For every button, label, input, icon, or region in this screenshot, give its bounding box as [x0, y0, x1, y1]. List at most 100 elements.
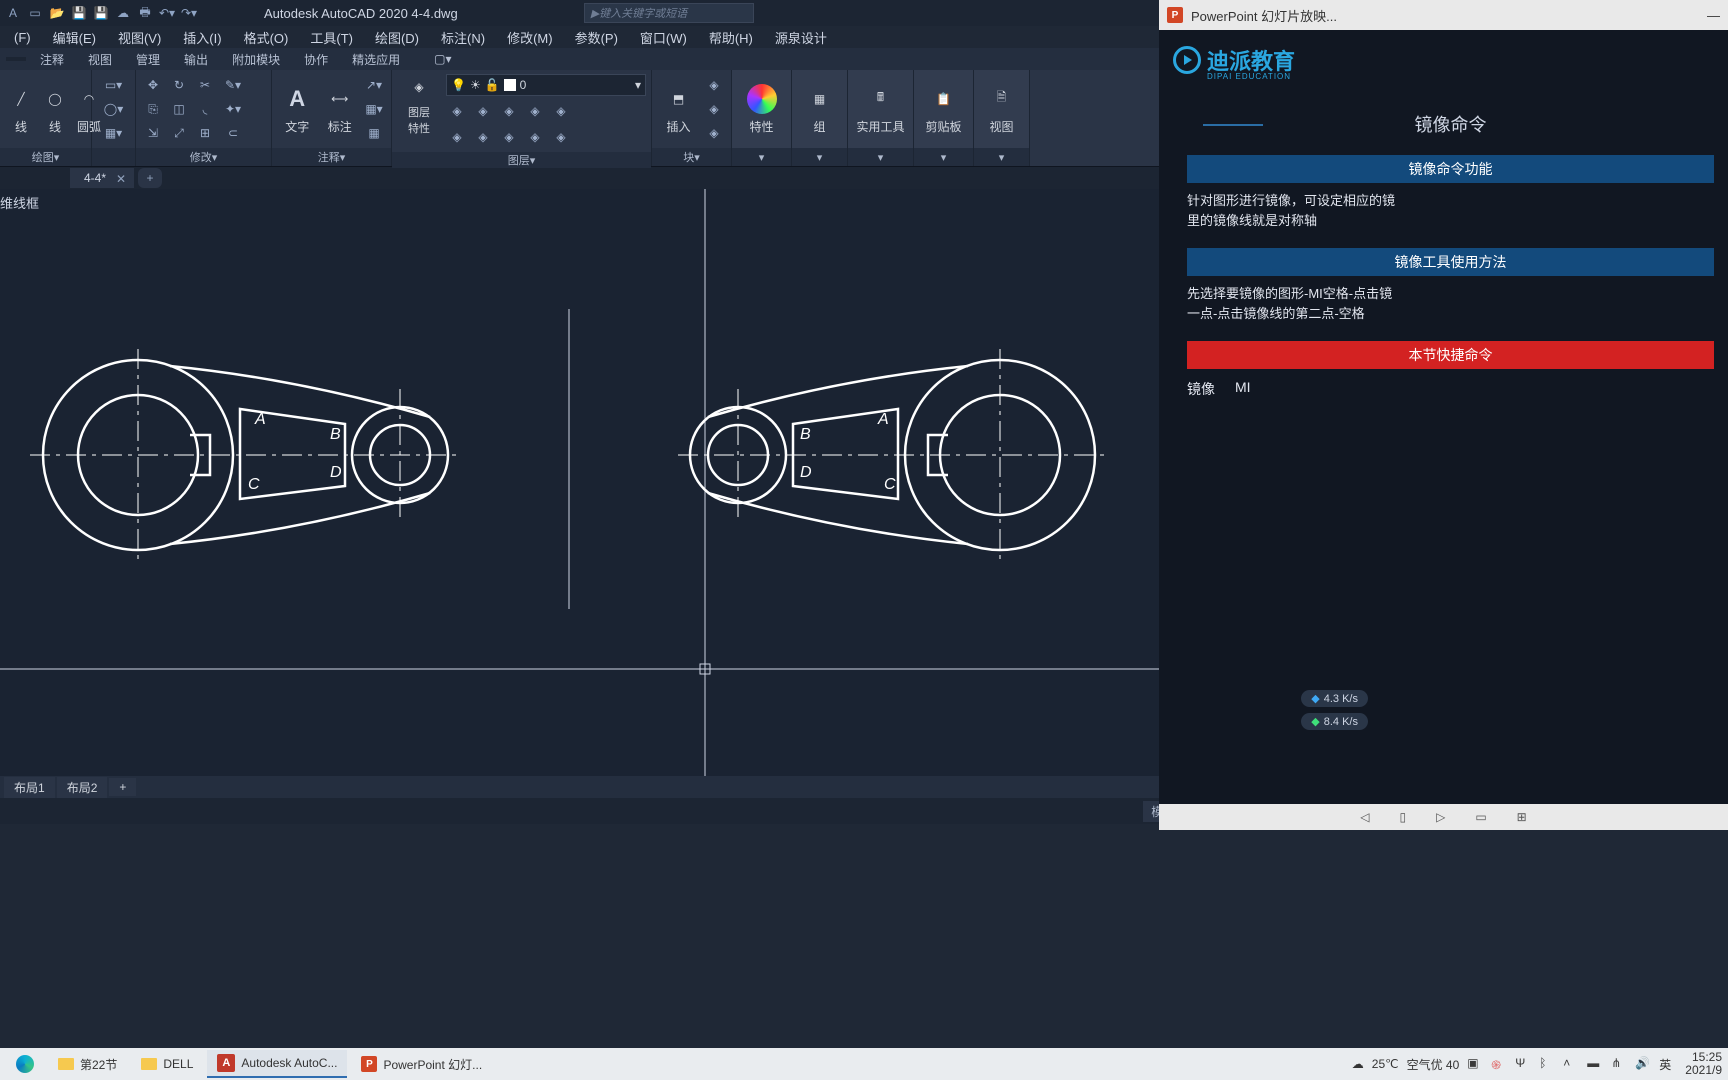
open-icon[interactable]: 📂 [48, 4, 66, 22]
menu-tools[interactable]: 工具(T) [302, 26, 361, 49]
trim-button[interactable]: ✂ [194, 74, 216, 96]
menu-dimension[interactable]: 标注(N) [433, 26, 493, 49]
weather-icon[interactable]: ☁ [1352, 1057, 1364, 1071]
new-icon[interactable]: ▭ [26, 4, 44, 22]
ribbon-tab-output[interactable]: 输出 [174, 49, 218, 70]
layer-ic-10[interactable]: ◈ [550, 126, 572, 148]
menu-params[interactable]: 参数(P) [567, 26, 626, 49]
menu-file[interactable]: (F) [6, 28, 39, 47]
task-powerpoint[interactable]: PPowerPoint 幻灯... [351, 1050, 492, 1078]
menu-format[interactable]: 格式(O) [236, 26, 297, 49]
menu-modify[interactable]: 修改(M) [499, 26, 561, 49]
table-button[interactable]: ▦▾ [363, 98, 385, 120]
circle-button[interactable]: ◯线 [40, 78, 70, 140]
scale-button[interactable]: ⤢ [168, 122, 190, 144]
task-autocad[interactable]: AAutodesk AutoC... [207, 1050, 347, 1078]
layer-ic-6[interactable]: ◈ [446, 126, 468, 148]
rect-button[interactable]: ▭▾ [103, 74, 125, 96]
move-button[interactable]: ✥ [142, 74, 164, 96]
menu-view[interactable]: 视图(V) [110, 26, 169, 49]
block-panel-label[interactable]: 块 ▾ [652, 148, 731, 166]
hatch-button[interactable]: ▦▾ [103, 122, 125, 144]
ribbon-tab-collab[interactable]: 协作 [294, 49, 338, 70]
menu-insert[interactable]: 插入(I) [175, 26, 229, 49]
menu-edit[interactable]: 编辑(E) [45, 26, 104, 49]
group-button[interactable]: ▦组 [798, 78, 841, 140]
dim-button[interactable]: ⟷标注 [321, 78, 360, 140]
plot-icon[interactable]: 🖶 [136, 4, 154, 22]
save-icon[interactable]: 💾 [70, 4, 88, 22]
layer-ic-2[interactable]: ◈ [472, 100, 494, 122]
table2-button[interactable]: ▦ [363, 122, 385, 144]
cloud-icon[interactable]: ☁ [114, 4, 132, 22]
task-folder-2[interactable]: DELL [131, 1050, 203, 1078]
layout-tab-2[interactable]: 布局2 [57, 777, 108, 798]
draw-panel-label[interactable]: 绘图 ▾ [0, 148, 91, 166]
undo-icon[interactable]: ↶▾ [158, 4, 176, 22]
clipboard-button[interactable]: 📋剪贴板 [920, 78, 967, 140]
ribbon-tab-addin[interactable]: 附加模块 [222, 49, 290, 70]
layout-add-button[interactable]: + [109, 778, 136, 796]
rotate-button[interactable]: ↻ [168, 74, 190, 96]
ppt-next-icon[interactable]: ▷ [1436, 810, 1445, 824]
ppt-minimize-button[interactable]: — [1707, 8, 1720, 23]
layer-ic-3[interactable]: ◈ [498, 100, 520, 122]
explode-button[interactable]: ✦▾ [222, 98, 244, 120]
line-button[interactable]: ╱线 [6, 78, 36, 140]
block-ic-3[interactable]: ◈ [703, 122, 725, 144]
view-button[interactable]: 🗎视图 [980, 78, 1023, 140]
tray-usb-icon[interactable]: Ψ [1515, 1056, 1531, 1072]
doc-tab[interactable]: 4-4*✕ [70, 168, 134, 188]
ppt-view2-icon[interactable]: ⊞ [1517, 810, 1527, 824]
properties-button[interactable]: 特性 [738, 78, 785, 140]
layer-ic-7[interactable]: ◈ [472, 126, 494, 148]
layer-selector[interactable]: 💡 ☀ 🔓 0 ▾ [446, 74, 646, 96]
layout-tab-1[interactable]: 布局1 [4, 777, 55, 798]
tab-close-icon[interactable]: ✕ [116, 172, 126, 186]
array-button[interactable]: ⊞ [194, 122, 216, 144]
tray-chevron-icon[interactable]: ˄ [1563, 1056, 1579, 1072]
erase-button[interactable]: ✎▾ [222, 74, 244, 96]
stretch-button[interactable]: ⇲ [142, 122, 164, 144]
layer-ic-9[interactable]: ◈ [524, 126, 546, 148]
text-button[interactable]: A文字 [278, 78, 317, 140]
layer-props-button[interactable]: ◈图层 特性 [398, 74, 440, 136]
util-button[interactable]: 🖩实用工具 [854, 78, 907, 140]
app-menu-icon[interactable]: A [4, 4, 22, 22]
ppt-notes-icon[interactable]: ▯ [1399, 810, 1406, 824]
task-folder-1[interactable]: 第22节 [48, 1050, 127, 1078]
menu-yq[interactable]: 源泉设计 [767, 26, 835, 49]
clock[interactable]: 15:25 2021/9 [1685, 1051, 1722, 1077]
tray-bluetooth-icon[interactable]: ᛒ [1539, 1056, 1555, 1072]
ime-label[interactable]: 英 [1659, 1056, 1671, 1073]
ellipse-button[interactable]: ◯▾ [103, 98, 125, 120]
leader-button[interactable]: ↗▾ [363, 74, 385, 96]
new-tab-button[interactable]: + [138, 168, 162, 188]
layer-ic-8[interactable]: ◈ [498, 126, 520, 148]
saveas-icon[interactable]: 💾 [92, 4, 110, 22]
tray-nvidia-icon[interactable]: ▣ [1467, 1056, 1483, 1072]
ppt-prev-icon[interactable]: ◁ [1360, 810, 1369, 824]
block-ic-2[interactable]: ◈ [703, 98, 725, 120]
layer-ic-4[interactable]: ◈ [524, 100, 546, 122]
layer-ic-1[interactable]: ◈ [446, 100, 468, 122]
ribbon-tab-extra-icon[interactable]: ▢▾ [424, 50, 461, 68]
block-ic-1[interactable]: ◈ [703, 74, 725, 96]
ribbon-tab-view[interactable]: 视图 [78, 49, 122, 70]
insert-button[interactable]: ⬒插入 [658, 78, 699, 140]
search-input[interactable]: ▶ 键入关键字或短语 [584, 3, 754, 23]
ribbon-tab-manage[interactable]: 管理 [126, 49, 170, 70]
tray-volume-icon[interactable]: 🔊 [1635, 1056, 1651, 1072]
ribbon-tab-home[interactable] [6, 57, 26, 61]
ppt-title-bar[interactable]: P PowerPoint 幻灯片放映... — [1159, 0, 1728, 30]
ppt-view1-icon[interactable]: ▭ [1475, 810, 1486, 824]
copy-button[interactable]: ⎘ [142, 98, 164, 120]
menu-help[interactable]: 帮助(H) [701, 26, 761, 49]
mirror-button[interactable]: ◫ [168, 98, 190, 120]
ribbon-tab-annot[interactable]: 注释 [30, 49, 74, 70]
tray-swirl-icon[interactable]: ֍ [1491, 1056, 1507, 1072]
annot-panel-label[interactable]: 注释 ▾ [272, 148, 391, 166]
offset-button[interactable]: ⊂ [222, 122, 244, 144]
layer-panel-label[interactable]: 图层 ▾ [392, 152, 651, 168]
ribbon-tab-express[interactable]: 精选应用 [342, 49, 410, 70]
